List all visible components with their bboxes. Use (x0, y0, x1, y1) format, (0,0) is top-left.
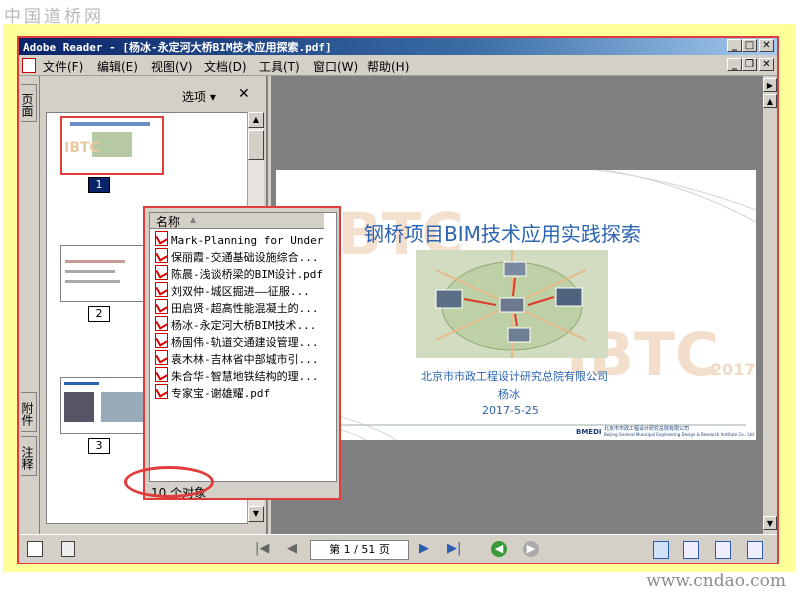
name-column-header[interactable]: 名称 (156, 213, 180, 230)
continuous-page-icon[interactable] (683, 541, 699, 559)
attachment-item[interactable]: 袁木林-吉林省中部城市引... (155, 350, 323, 366)
sort-arrow-icon: ▲ (190, 215, 197, 224)
document-view: IBTC IBTC 2017 钢桥项目BIM技术应用实践探索 北京市市政工程设计… (271, 76, 763, 534)
first-page-icon[interactable]: |◀ (255, 541, 269, 556)
status-bar: |◀ ◀ 第 1 / 51 页 ▶ ▶| ◀ ▶ (19, 534, 777, 563)
slide-watermark-year: 2017 (711, 360, 756, 379)
slide-date: 2017-5-25 (482, 404, 539, 417)
slide-footer-cn: 北京市市政工程设计研究总院有限公司 (604, 426, 690, 432)
single-page-icon[interactable] (653, 541, 669, 559)
continuous-facing-icon[interactable] (747, 541, 763, 559)
close-panel-icon[interactable]: ✕ (238, 86, 250, 102)
pdf-file-icon (155, 367, 168, 382)
scroll-up-arrow-icon[interactable]: ▲ (248, 112, 264, 128)
slide-author: 杨冰 (498, 388, 520, 401)
menu-bar: 文件(F) 编辑(E) 视图(V) 文档(D) 工具(T) 窗口(W) 帮助(H… (19, 56, 777, 76)
slide-map-image (416, 250, 608, 358)
options-menu-button[interactable]: 选项 ▾ (182, 88, 216, 105)
maximize-button[interactable]: □ (742, 39, 757, 52)
pdf-file-icon (155, 248, 168, 263)
doc-minimize-button[interactable]: _ (727, 58, 742, 71)
next-page-icon[interactable]: ▶ (419, 541, 429, 556)
thumbnail-number-1: 1 (88, 177, 110, 193)
map-graphic (416, 250, 608, 358)
attachment-item[interactable]: 保丽霞-交通基础设施综合... (155, 248, 323, 264)
attachments-list: 名称 ▲ Mark-Planning for Under... 保丽霞-交通基础… (149, 212, 337, 482)
go-back-icon[interactable]: ◀ (491, 541, 507, 557)
attachment-item[interactable]: 杨国伟-轨道交通建设管理... (155, 333, 323, 349)
pdf-file-icon (155, 265, 168, 280)
previous-page-icon[interactable]: ◀ (287, 541, 297, 556)
doc-close-button[interactable]: ✕ (759, 58, 774, 71)
slide-footer-logo: BMEDI (576, 428, 602, 436)
menu-view[interactable]: 视图(V) (151, 58, 193, 75)
attachment-item[interactable]: 专家宝-谢雄耀.pdf (155, 384, 323, 400)
scroll-thumb[interactable] (248, 130, 264, 160)
window-title: Adobe Reader - [杨冰-永定河大桥BIM技术应用探索.pdf] (23, 41, 332, 54)
attachment-item[interactable]: 田启贤-超高性能混凝土的... (155, 299, 323, 315)
pdf-file-icon (155, 350, 168, 365)
last-page-icon[interactable]: ▶| (447, 541, 461, 556)
attachment-item[interactable]: 朱合华-智慧地铁结构的理... (155, 367, 323, 383)
tab-pages[interactable]: 页面 (20, 84, 37, 122)
minimize-button[interactable]: _ (727, 39, 742, 52)
site-watermark-bottom: www.cndao.com (646, 571, 786, 591)
slide-footer-en: Beijing General Municipal Engineering De… (604, 432, 756, 437)
go-forward-icon[interactable]: ▶ (523, 541, 539, 557)
slide-organization: 北京市市政工程设计研究总院有限公司 (421, 370, 608, 383)
slide-page: IBTC IBTC 2017 钢桥项目BIM技术应用实践探索 北京市市政工程设计… (276, 170, 756, 440)
menu-help[interactable]: 帮助(H) (367, 58, 409, 75)
menu-tools[interactable]: 工具(T) (259, 58, 300, 75)
page-number-field[interactable]: 第 1 / 51 页 (310, 540, 409, 560)
scroll-up-right-icon[interactable]: ▲ (763, 94, 777, 108)
thumbnail-number-2: 2 (88, 306, 110, 322)
pdf-file-icon (155, 231, 168, 246)
attachments-header[interactable]: 名称 ▲ (150, 213, 324, 229)
pdf-file-icon (155, 299, 168, 314)
menu-window[interactable]: 窗口(W) (313, 58, 358, 75)
pdf-file-icon (155, 333, 168, 348)
play-arrow-icon[interactable]: ▶ (763, 78, 777, 92)
menu-document[interactable]: 文档(D) (204, 58, 247, 75)
attachment-item[interactable]: 陈晨-浅谈桥梁的BIM设计.pdf (155, 265, 323, 281)
highlight-ellipse (124, 466, 214, 498)
menu-file[interactable]: 文件(F) (43, 58, 83, 75)
layout-toggle-icon[interactable] (27, 541, 43, 557)
scroll-down-right-icon[interactable]: ▼ (763, 516, 777, 530)
navigation-tab-strip: 页面 附件 注释 (19, 76, 40, 534)
scroll-down-arrow-icon[interactable]: ▼ (248, 506, 264, 522)
attachment-item[interactable]: 刘双仲-城区掘进——征服... (155, 282, 323, 298)
attachment-item[interactable]: 杨冰-永定河大桥BIM技术... (155, 316, 323, 332)
doc-restore-button[interactable]: ❐ (742, 58, 757, 71)
tab-attachments[interactable]: 附件 (20, 392, 37, 432)
close-window-button[interactable]: ✕ (759, 39, 774, 52)
pdf-file-icon (155, 384, 168, 399)
slide-title: 钢桥项目BIM技术应用实践探索 (364, 222, 641, 246)
thumbnail-number-3: 3 (88, 438, 110, 454)
title-bar: Adobe Reader - [杨冰-永定河大桥BIM技术应用探索.pdf] _… (19, 38, 777, 55)
thumbnail-page-1[interactable]: IBTC (60, 116, 164, 175)
page-icon[interactable] (61, 541, 75, 557)
facing-page-icon[interactable] (715, 541, 731, 559)
attachment-item[interactable]: Mark-Planning for Under... (155, 231, 323, 247)
menu-edit[interactable]: 编辑(E) (97, 58, 138, 75)
right-scrollbar[interactable]: ▶ ▲ ▼ (763, 76, 777, 534)
attachments-panel: 名称 ▲ Mark-Planning for Under... 保丽霞-交通基础… (143, 206, 341, 500)
tab-comments[interactable]: 注释 (20, 436, 37, 476)
pdf-doc-icon (22, 58, 36, 73)
pdf-file-icon (155, 282, 168, 297)
pdf-file-icon (155, 316, 168, 331)
